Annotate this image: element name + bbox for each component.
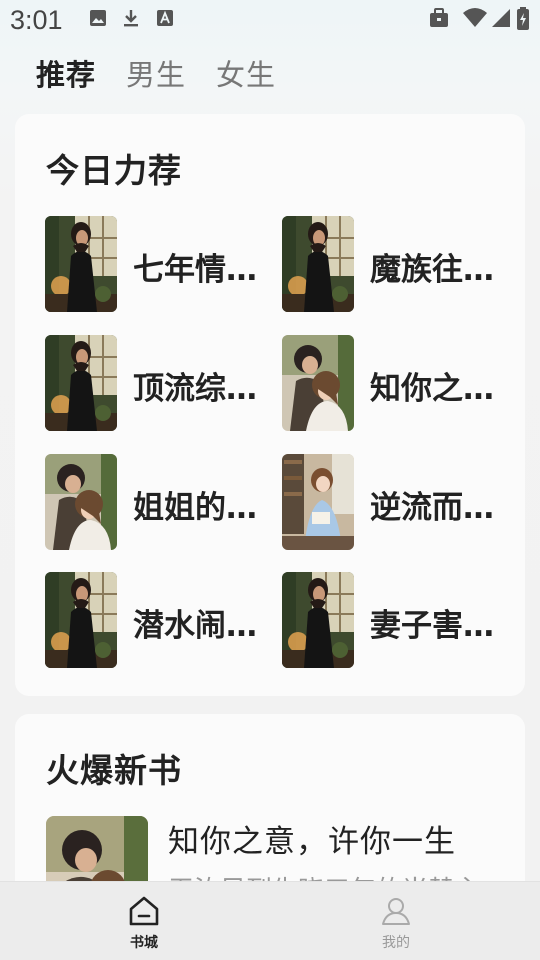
book-title: 顶流综... — [133, 371, 261, 407]
tab-male[interactable]: 男生 — [126, 52, 186, 94]
book-item[interactable]: 潜水闹... — [45, 572, 275, 668]
tab-female[interactable]: 女生 — [216, 52, 276, 94]
book-item[interactable]: 魔族往... — [282, 216, 512, 312]
book-item[interactable]: 顶流综... — [45, 335, 275, 431]
image-icon — [90, 10, 106, 26]
home-icon — [129, 896, 159, 926]
book-title: 姐姐的... — [133, 490, 261, 526]
status-bar: 3:01 — [0, 0, 540, 44]
book-cover — [45, 572, 117, 668]
nav-bookstore-label: 书城 — [130, 935, 158, 951]
book-cover — [45, 216, 117, 312]
book-title: 魔族往... — [370, 252, 498, 288]
tab-recommend[interactable]: 推荐 — [36, 52, 96, 94]
book-item[interactable]: 知你之... — [282, 335, 512, 431]
bottom-nav: 书城 我的 — [0, 881, 540, 960]
nav-mine-label: 我的 — [382, 935, 410, 951]
hot-new-title: 火爆新书 — [46, 751, 182, 790]
hot-book-title[interactable]: 知你之意，许你一生 — [168, 816, 456, 861]
book-cover — [282, 216, 354, 312]
category-tabs: 推荐 男生 女生 — [36, 52, 276, 94]
book-title: 逆流而... — [370, 490, 498, 526]
book-cover — [282, 335, 354, 431]
nav-bookstore[interactable]: 书城 — [104, 896, 184, 952]
briefcase-icon — [430, 8, 448, 27]
signal-icon — [492, 9, 510, 27]
book-item[interactable]: 妻子害... — [282, 572, 512, 668]
book-title: 七年情... — [133, 252, 261, 288]
book-title: 妻子害... — [370, 608, 498, 644]
wifi-icon — [463, 8, 487, 27]
book-item[interactable]: 姐姐的... — [45, 454, 275, 550]
download-icon — [124, 10, 138, 27]
battery-icon — [517, 7, 529, 30]
book-title: 潜水闹... — [133, 608, 261, 644]
book-item[interactable]: 逆流而... — [282, 454, 512, 550]
book-item[interactable]: 七年情... — [45, 216, 275, 312]
person-icon — [382, 898, 410, 925]
book-cover — [45, 335, 117, 431]
book-cover — [282, 454, 354, 550]
book-cover — [282, 572, 354, 668]
book-title: 知你之... — [370, 371, 498, 407]
status-time: 3:01 — [10, 5, 63, 35]
recommend-title: 今日力荐 — [46, 151, 182, 190]
book-cover — [45, 454, 117, 550]
font-icon — [157, 10, 173, 26]
recommend-card: 今日力荐 七年情... 魔族往... 顶流综... 知你之... 姐姐的... … — [15, 114, 525, 696]
nav-mine[interactable]: 我的 — [356, 896, 436, 952]
